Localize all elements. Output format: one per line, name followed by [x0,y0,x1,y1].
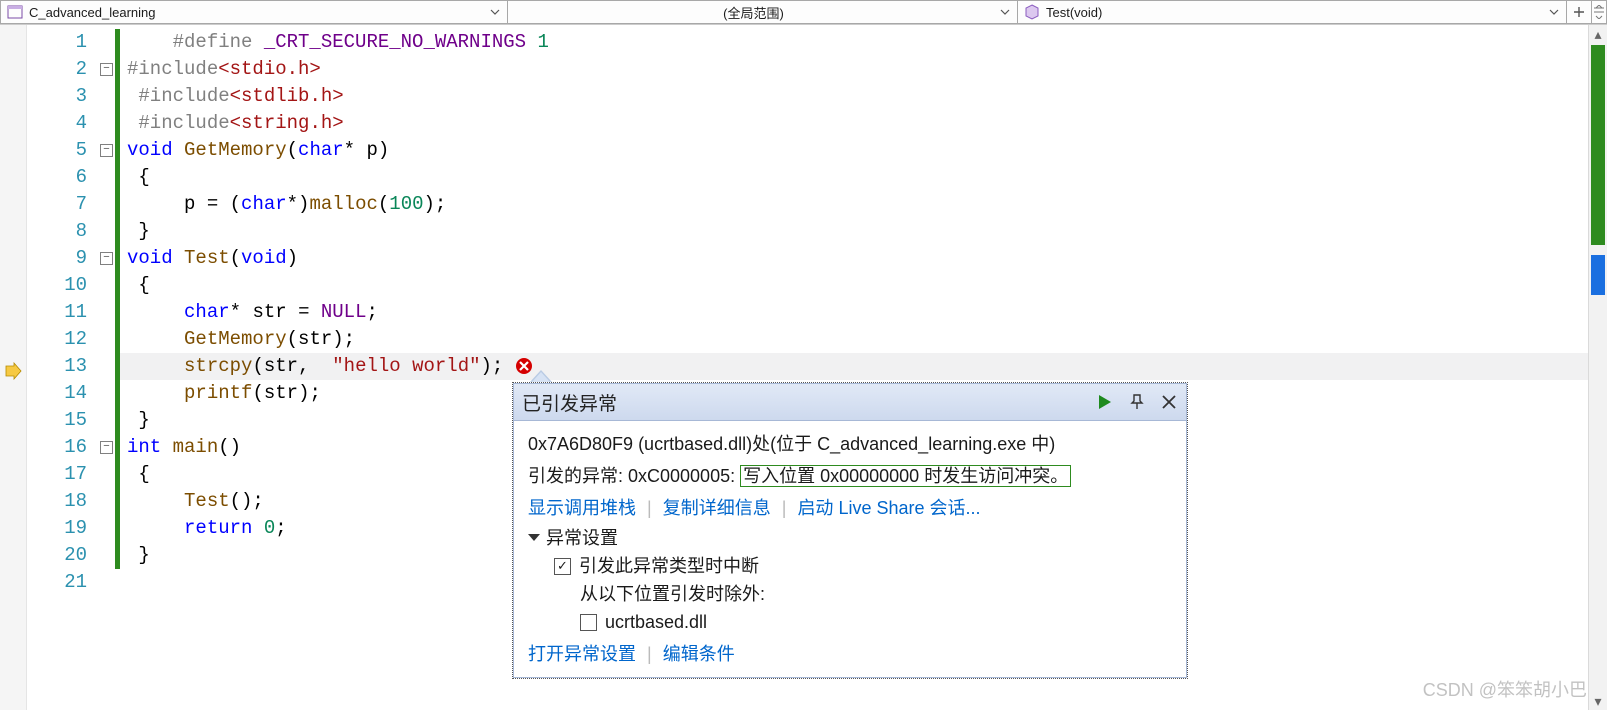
line-number: 14 [27,380,87,407]
context-member-label: Test(void) [1046,5,1542,20]
context-scope-label: (全局范围) [514,3,993,22]
code-line[interactable]: #include<stdlib.h> [115,83,1588,110]
close-icon[interactable] [1160,393,1178,411]
exception-title: 已引发异常 [522,389,1096,416]
exception-settings-toggle[interactable]: 异常设置 [528,525,1172,551]
code-line[interactable]: #include<stdio.h> [115,56,1588,83]
code-line[interactable]: void GetMemory(char* p) [115,137,1588,164]
line-number: 3 [27,83,87,110]
code-line[interactable]: { [115,164,1588,191]
exception-footer-links: 打开异常设置 | 编辑条件 [528,641,1172,667]
vertical-scrollbar[interactable]: ▴ ▾ [1588,25,1607,710]
pin-icon[interactable] [1128,393,1146,411]
breakpoint-gutter[interactable] [0,25,27,710]
open-exception-settings-link[interactable]: 打开异常设置 [528,644,636,664]
overview-change-mark [1591,45,1605,245]
context-member-dropdown[interactable]: Test(void) [1018,0,1567,24]
exception-message-line1: 0x7A6D80F9 (ucrtbased.dll)处(位于 C_advance… [528,431,1172,457]
line-number: 4 [27,110,87,137]
line-number: 8 [27,218,87,245]
line-number: 9 [27,245,87,272]
break-on-throw-label: 引发此异常类型时中断 [579,553,759,579]
line-number: 18 [27,488,87,515]
method-icon [1024,4,1040,20]
split-icon [1593,5,1605,19]
except-from-label: 从以下位置引发时除外: [580,581,1172,607]
line-number: 16 [27,434,87,461]
edit-conditions-link[interactable]: 编辑条件 [663,644,735,664]
continue-icon[interactable] [1096,393,1114,411]
line-number: 21 [27,569,87,596]
nav-add-button[interactable] [1567,0,1592,24]
context-project-label: C_advanced_learning [29,5,483,20]
fold-toggle[interactable]: − [100,252,113,265]
code-line[interactable]: strcpy(str, "hello world"); [115,353,1588,380]
code-line[interactable]: char* str = NULL; [115,299,1588,326]
module-exclude-checkbox[interactable] [580,614,597,631]
project-icon [7,4,23,20]
current-statement-arrow-icon [4,362,22,380]
exception-title-bar: 已引发异常 [513,383,1187,421]
exception-message-line2: 引发的异常: 0xC0000005: 写入位置 0x00000000 时发生访问… [528,463,1172,489]
break-on-throw-checkbox[interactable]: ✓ [554,558,571,575]
overview-caret-mark [1591,255,1605,295]
line-number: 17 [27,461,87,488]
line-number: 20 [27,542,87,569]
line-number: 6 [27,164,87,191]
exception-popup: 已引发异常 0x7A6D80F9 (ucrtbased.dll)处(位于 C_a… [512,382,1188,679]
code-line[interactable]: { [115,272,1588,299]
line-number: 2 [27,56,87,83]
scroll-up-icon[interactable]: ▴ [1589,25,1607,43]
plus-icon [1573,6,1585,18]
exception-links: 显示调用堆栈 | 复制详细信息 | 启动 Live Share 会话... [528,495,1172,521]
line-number: 19 [27,515,87,542]
fold-toggle[interactable]: − [100,441,113,454]
exception-body: 0x7A6D80F9 (ucrtbased.dll)处(位于 C_advance… [513,421,1187,678]
line-number: 13 [27,353,87,380]
code-line[interactable]: GetMemory(str); [115,326,1588,353]
code-line[interactable]: #define _CRT_SECURE_NO_WARNINGS 1 [115,29,1588,56]
code-line[interactable]: } [115,218,1588,245]
code-line[interactable]: p = (char*)malloc(100); [115,191,1588,218]
context-navbar: C_advanced_learning (全局范围) Test(void) [0,0,1607,25]
context-scope-dropdown[interactable]: (全局范围) [508,0,1018,24]
module-exclude-label: ucrtbased.dll [605,609,707,635]
exception-highlight: 写入位置 0x00000000 时发生访问冲突。 [740,465,1071,487]
nav-split-handle[interactable] [1592,0,1607,24]
show-callstack-link[interactable]: 显示调用堆栈 [528,498,636,518]
chevron-down-icon [999,6,1011,18]
line-number: 15 [27,407,87,434]
copy-details-link[interactable]: 复制详细信息 [663,498,771,518]
triangle-down-icon [528,534,540,541]
code-line[interactable]: void Test(void) [115,245,1588,272]
exception-settings: 异常设置 ✓ 引发此异常类型时中断 从以下位置引发时除外: ucrtbased.… [528,525,1172,635]
line-number: 11 [27,299,87,326]
code-line[interactable]: #include<string.h> [115,110,1588,137]
fold-toggle[interactable]: − [100,63,113,76]
line-number: 12 [27,326,87,353]
chevron-down-icon [489,6,501,18]
fold-gutter[interactable]: − − − − [97,25,115,710]
context-project-dropdown[interactable]: C_advanced_learning [0,0,508,24]
line-number: 5 [27,137,87,164]
chevron-down-icon [1548,6,1560,18]
start-liveshare-link[interactable]: 启动 Live Share 会话... [797,498,980,518]
line-number: 1 [27,29,87,56]
line-number: 7 [27,191,87,218]
scroll-down-icon[interactable]: ▾ [1589,692,1607,710]
line-number-gutter: 123456789101112131415161718192021 [27,25,97,710]
line-number: 10 [27,272,87,299]
fold-toggle[interactable]: − [100,144,113,157]
